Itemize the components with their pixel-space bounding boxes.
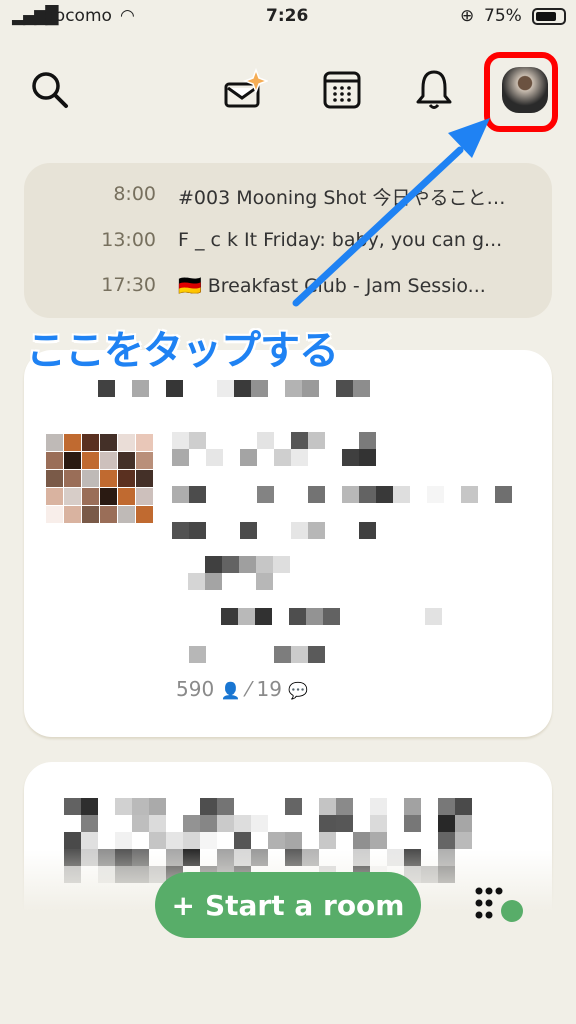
backchannel-button[interactable] xyxy=(474,886,526,926)
dots-grid-icon xyxy=(475,887,523,922)
annotation-text: ここをタップする xyxy=(26,328,339,374)
start-room-button[interactable]: + Start a room xyxy=(155,872,421,938)
plus-icon: + xyxy=(171,888,195,922)
